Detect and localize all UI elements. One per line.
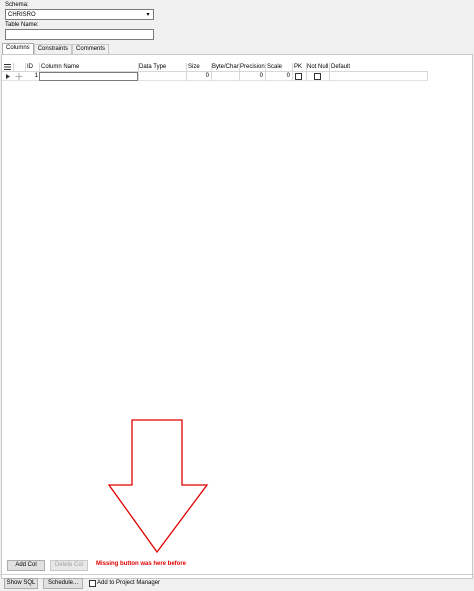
create-table-dialog: Schema: CHRISRO ▾ Table Name: Columns Co… bbox=[0, 0, 474, 591]
show-sql-button[interactable]: Show SQL bbox=[4, 578, 38, 589]
add-to-project-label: Add to Project Manager bbox=[97, 580, 161, 586]
annotation-note: Missing button was here before bbox=[96, 561, 187, 567]
schedule-button[interactable]: Schedule... bbox=[43, 578, 83, 589]
footer-divider bbox=[0, 574, 474, 575]
add-col-button[interactable]: Add Col bbox=[7, 560, 45, 571]
add-to-project-checkbox[interactable] bbox=[89, 580, 96, 587]
annotation-arrow-icon bbox=[107, 419, 209, 554]
delete-col-button[interactable]: Delete Col bbox=[50, 560, 88, 571]
